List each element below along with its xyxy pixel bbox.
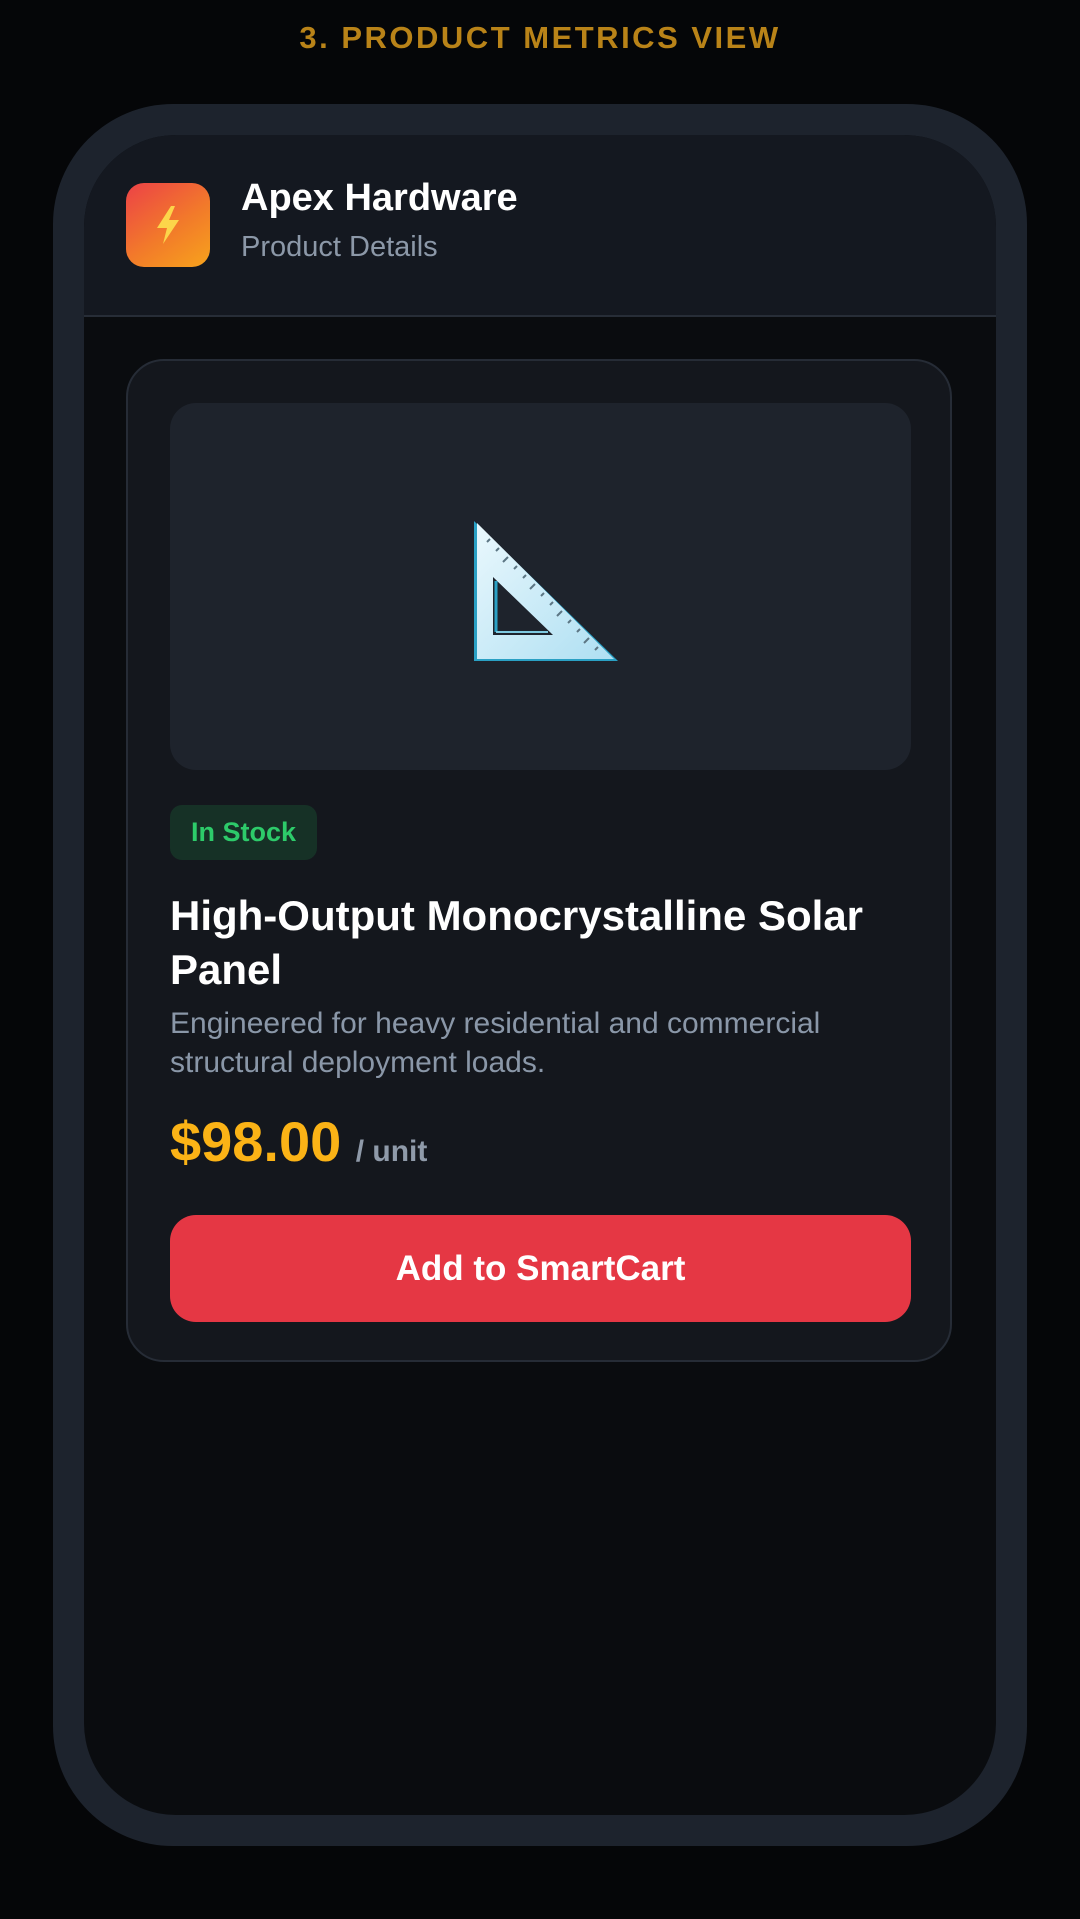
product-title: High-Output Monocrystalline Solar Panel [170,892,864,993]
add-to-cart-button[interactable]: Add to SmartCart [170,1215,911,1322]
app-logo [126,183,210,267]
stock-status-badge: In Stock [170,805,318,860]
lightning-bolt-icon [157,206,179,244]
app-name: Apex Hardware [241,177,518,219]
page: 3. PRODUCT METRICS VIEW Apex Hardware Pr… [0,0,1080,1919]
product-price: $98.00 [170,1110,342,1173]
app-header: Apex Hardware Product Details [84,135,996,317]
phone-screen: Apex Hardware Product Details In Stock H… [84,135,996,1815]
product-card: In Stock High-Output Monocrystalline Sol… [126,359,952,1362]
product-image [170,403,911,770]
section-title: 3. PRODUCT METRICS VIEW [299,20,781,55]
price-unit: / unit [355,1135,428,1168]
app-subtitle: Product Details [241,231,438,263]
product-description: Engineered for heavy residential and com… [170,1007,821,1079]
price-row: $98.00 / unit [170,1109,427,1174]
triangle-ruler-icon [474,521,618,661]
